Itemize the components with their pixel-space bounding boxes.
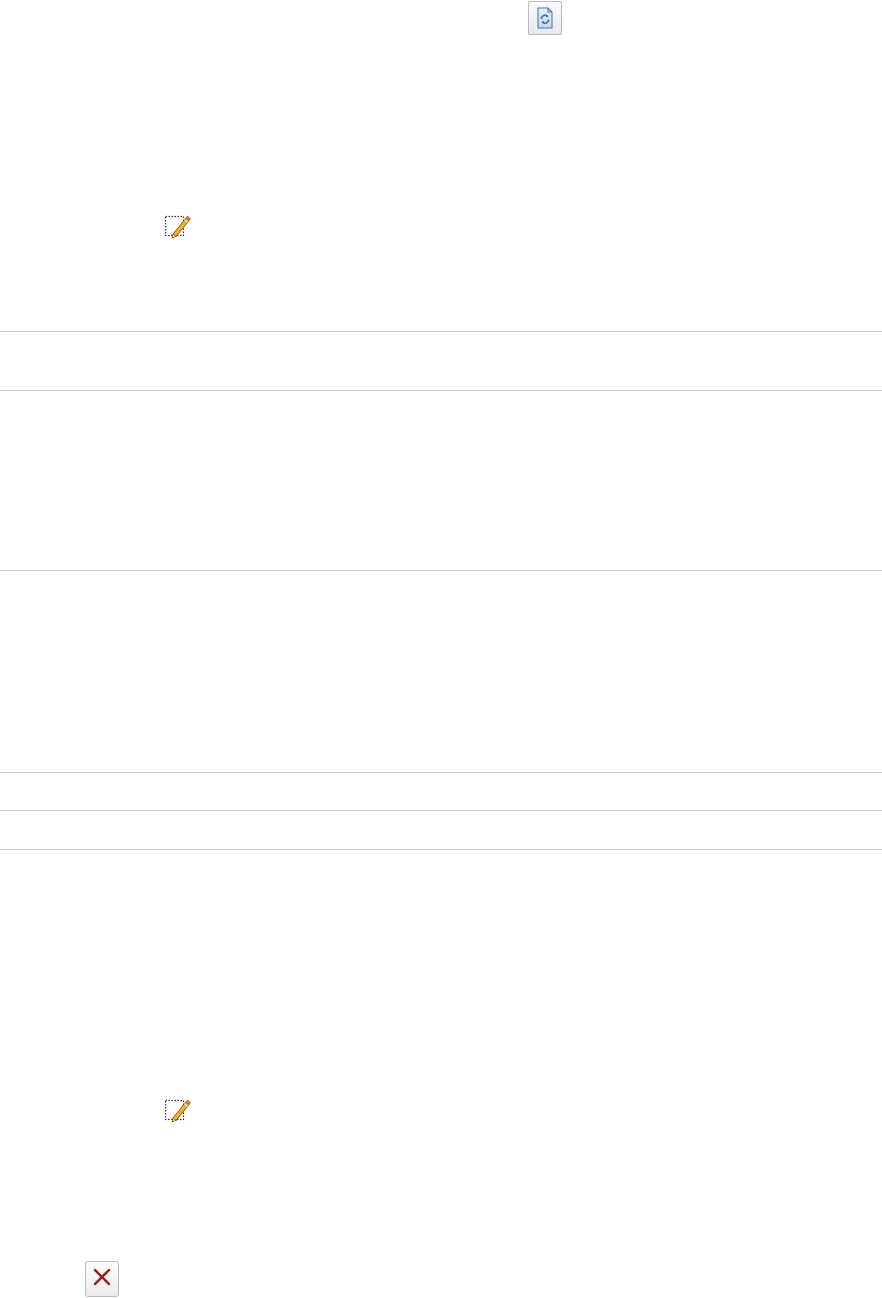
row-divider	[0, 331, 882, 332]
row-divider	[0, 810, 882, 811]
refresh-icon	[535, 7, 555, 29]
refresh-button[interactable]	[528, 1, 562, 35]
row-divider	[0, 849, 882, 850]
delete-icon	[92, 1267, 112, 1292]
row-divider	[0, 772, 882, 773]
delete-button[interactable]	[85, 1261, 119, 1297]
edit-button[interactable]	[163, 1096, 191, 1124]
edit-icon	[163, 1096, 191, 1124]
edit-icon	[163, 212, 191, 240]
row-divider	[0, 390, 882, 391]
row-divider	[0, 570, 882, 571]
edit-button[interactable]	[163, 212, 191, 240]
